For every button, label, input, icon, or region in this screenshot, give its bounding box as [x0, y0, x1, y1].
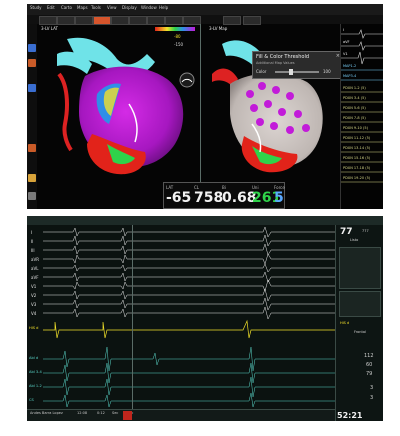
lead-label: V2 — [31, 293, 37, 298]
channel-indicator: HIS d — [340, 321, 350, 325]
elapsed-clock: 52:21 — [337, 411, 363, 420]
vital-value: 3 — [370, 395, 374, 401]
status-item: 12:08 — [77, 411, 88, 415]
lat-value: -65 — [166, 190, 192, 206]
recorder-menu-bar — [27, 216, 383, 225]
egm-traces — [341, 29, 383, 183]
patient-name: Andes Barra Lopez — [30, 411, 63, 415]
waveform-area[interactable] — [43, 225, 335, 409]
vital-value: 3 — [370, 385, 374, 391]
vital-value: 112 — [364, 353, 374, 359]
menu-item[interactable]: Maps — [77, 5, 88, 10]
unipolar-cell: Uni 261 — [250, 183, 281, 208]
lead-label: V4 — [31, 311, 37, 316]
bipolar-cell: Bi 0.68 — [220, 183, 257, 208]
tool-icon[interactable] — [28, 44, 36, 52]
tool-icon[interactable] — [28, 192, 36, 200]
record-button[interactable] — [123, 411, 132, 420]
lead-label: III — [31, 248, 35, 253]
tool-icon[interactable] — [28, 59, 36, 67]
tool-icon[interactable] — [28, 174, 36, 182]
settings-box[interactable] — [339, 291, 381, 317]
menu-item[interactable]: Display — [122, 5, 137, 10]
vitals-panel: 77 777 Listo HIS d Frontal 112 60 79 3 3 — [335, 225, 383, 421]
slider-handle[interactable] — [289, 69, 293, 75]
lead-label: V1 — [31, 284, 37, 289]
orientation-gauge[interactable] — [179, 72, 195, 88]
menu-item[interactable]: Study — [30, 5, 42, 10]
threshold-slider[interactable] — [275, 71, 319, 73]
tool-icon[interactable] — [28, 144, 36, 152]
view-label: Frontal — [354, 330, 366, 334]
menu-item[interactable]: Tools — [91, 5, 101, 10]
channel-label: HIS d — [29, 326, 39, 330]
menu-item[interactable]: Carto — [61, 5, 72, 10]
settings-box[interactable] — [339, 247, 381, 289]
threshold-value: 100 — [323, 69, 331, 74]
ablation-traces — [43, 346, 335, 408]
ep-recording-screen: I II III aVR aVL aVF V1 V2 V3 V4 HIS d A… — [27, 216, 383, 421]
lead-label: II — [31, 239, 34, 244]
electrogram-panel: I aVF V1 MAP1-2 MAP3-4 PDXN 1-2 (5) PDXN… — [340, 24, 383, 209]
color-label: Color — [256, 69, 267, 74]
menu-item[interactable]: Help — [159, 5, 168, 10]
surface-ecg-traces — [43, 226, 335, 320]
lat-cell: LAT -65 — [164, 183, 192, 208]
lead-label: aVR — [31, 257, 39, 262]
channel-label: CS — [29, 398, 34, 402]
vital-value: 60 — [366, 362, 373, 368]
channel-label: Abl d — [29, 356, 39, 360]
menu-item[interactable]: Window — [141, 5, 157, 10]
lead-label: V3 — [31, 302, 37, 307]
right-3d-map[interactable] — [202, 24, 340, 189]
channel-label: Abl 3-4 — [29, 370, 42, 374]
left-3d-map[interactable] — [37, 24, 199, 189]
lead-label: I — [31, 230, 33, 235]
his-trace — [43, 319, 335, 339]
tool-icon[interactable] — [28, 84, 36, 92]
scale-bottom-value: -150 — [174, 42, 184, 47]
vessel — [57, 72, 73, 152]
cl-cell: CL 758 — [192, 183, 223, 208]
force-value: 5 — [274, 190, 284, 206]
heart-rate-value: 77 — [340, 227, 353, 237]
force-cell: Force 5 — [272, 183, 285, 208]
menu-item[interactable]: View — [107, 5, 117, 10]
menu-item[interactable]: Edit — [47, 5, 55, 10]
lead-label: aVF — [31, 275, 39, 280]
recorder-status-bar: Andes Barra Lopez 12:08 0:12 Sec Rec — [27, 409, 335, 421]
left-tool-sidebar — [27, 24, 37, 209]
mapping-screen: Study Edit Carto Maps Tools View Display… — [27, 4, 383, 209]
channel-label: Abl 1-2 — [29, 384, 42, 388]
status-item: Sec — [112, 411, 119, 415]
status-item: 0:12 — [97, 411, 105, 415]
toolbar — [27, 15, 383, 25]
color-scale-bar — [155, 27, 195, 31]
cl-value: 758 — [194, 190, 224, 206]
scale-top-value: -80 — [174, 34, 181, 39]
dialog-subtitle: Additional Map Values — [256, 61, 295, 65]
dialog-title: Fill & Color Threshold — [256, 54, 310, 60]
fill-threshold-dialog: Fill & Color Threshold × Additional Map … — [252, 51, 344, 79]
status-text: Listo — [350, 238, 359, 242]
cursor-line[interactable] — [132, 225, 133, 409]
lead-label: aVL — [31, 266, 39, 271]
measurement-readout: LAT -65 CL 758 Bi 0.68 Uni 261 Force 5 — [163, 182, 285, 209]
vital-value: 79 — [366, 371, 373, 377]
rate-value: 777 — [362, 229, 369, 233]
